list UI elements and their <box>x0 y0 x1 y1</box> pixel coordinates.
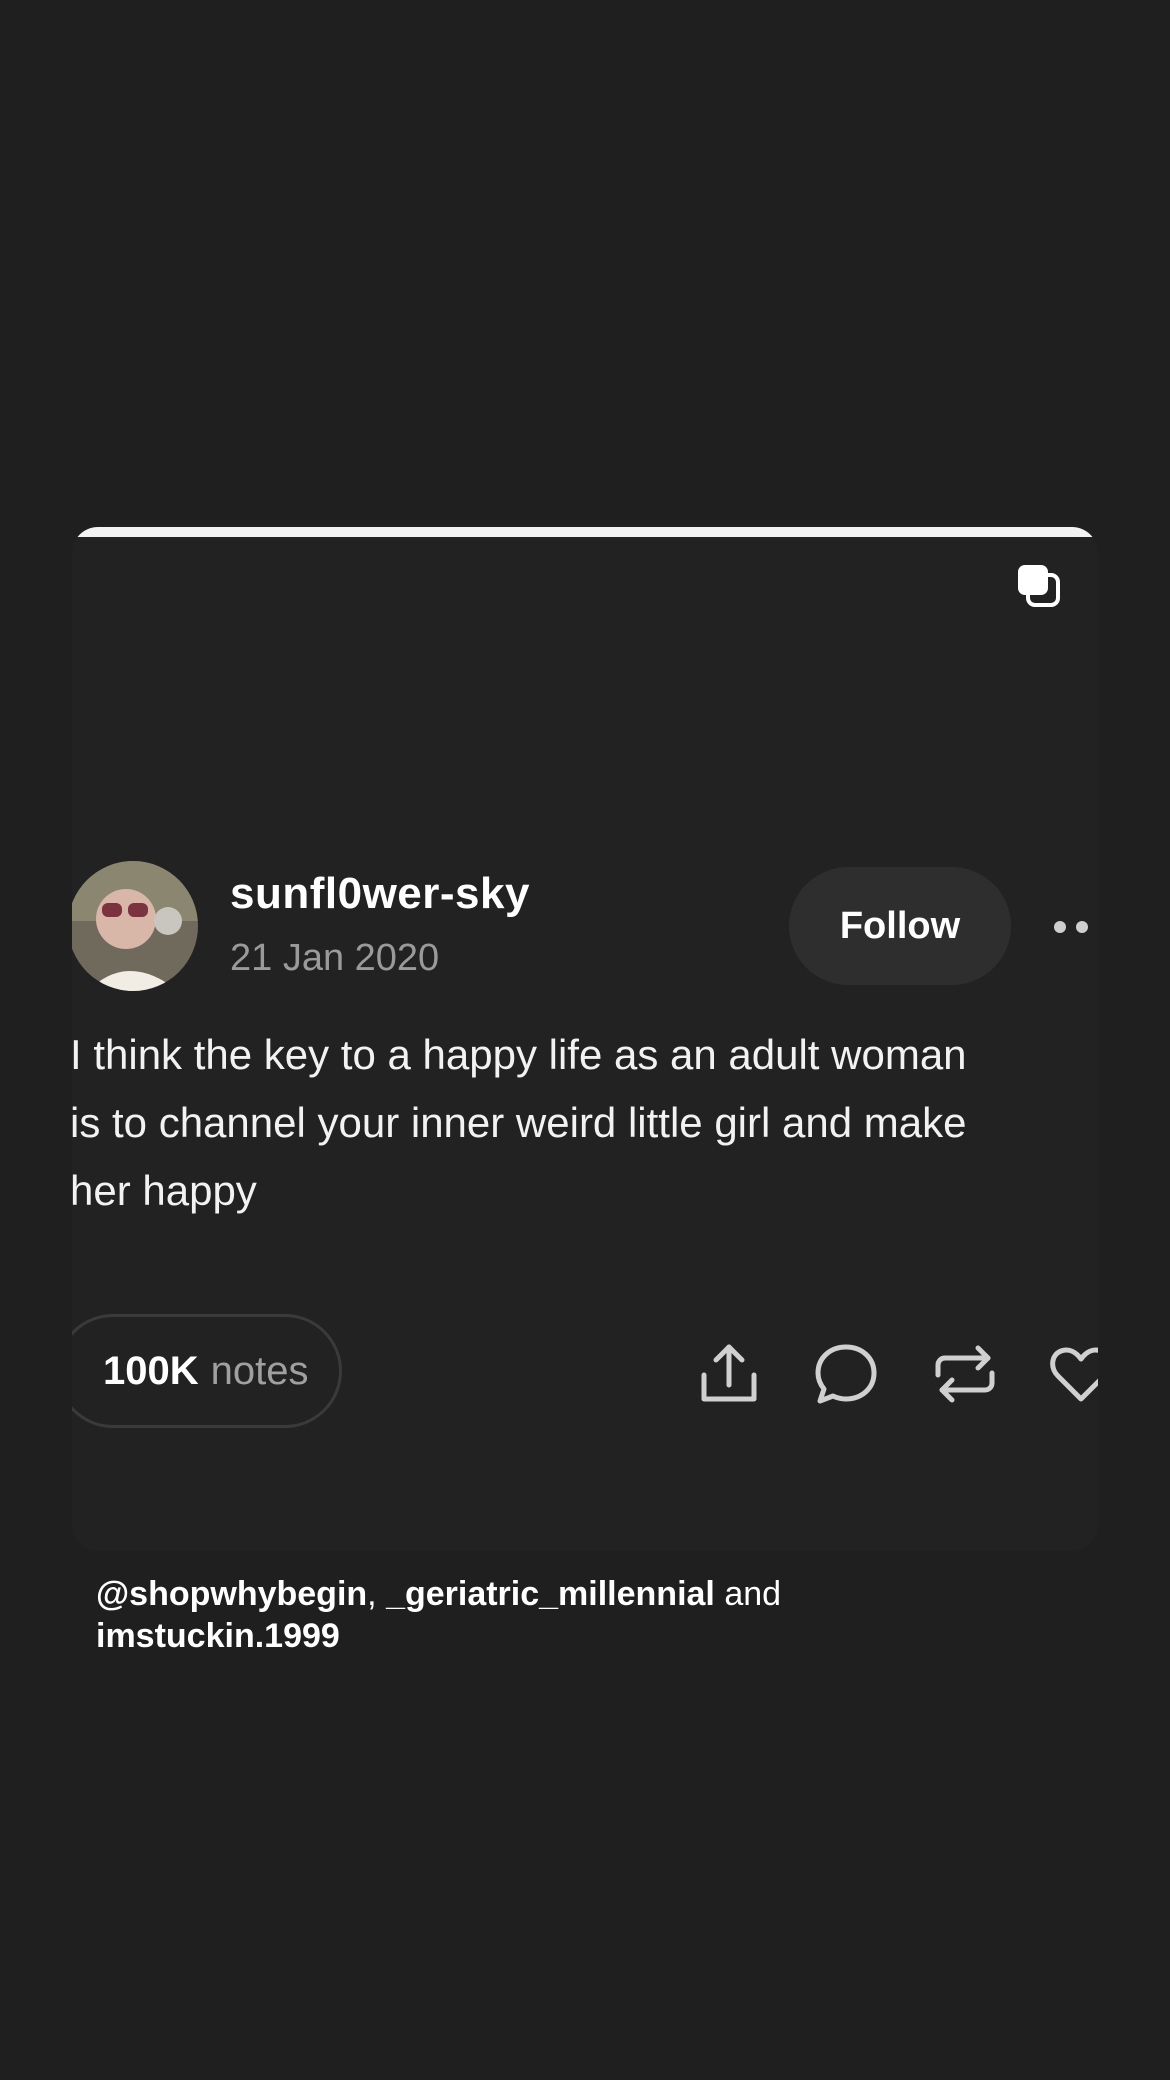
more-options-icon[interactable] <box>1052 919 1098 935</box>
mention-shopwhybegin[interactable]: @shopwhybegin <box>96 1575 367 1613</box>
reblog-icon[interactable] <box>930 1339 1000 1409</box>
caption-conjunction: and <box>714 1575 782 1613</box>
card-top-border <box>72 527 1098 537</box>
avatar[interactable] <box>72 861 198 991</box>
post-date: 21 Jan 2020 <box>230 937 440 979</box>
notes-button[interactable]: 100K notes <box>72 1314 342 1428</box>
comment-icon[interactable] <box>811 1339 881 1409</box>
post-body-text: I think the key to a happy life as an ad… <box>72 1031 967 1214</box>
post-card[interactable]: sunfl0wer-sky 21 Jan 2020 Follow I think… <box>72 527 1098 1551</box>
notes-label: notes <box>210 1348 309 1393</box>
notes-count: 100K <box>103 1348 199 1393</box>
multiple-images-icon <box>1018 565 1060 607</box>
share-icon[interactable] <box>694 1339 764 1409</box>
heart-icon[interactable] <box>1046 1339 1098 1409</box>
tagged-accounts-caption: @shopwhybegin, _geriatric_millennial and… <box>96 1573 996 1657</box>
caption-separator: , <box>367 1575 387 1613</box>
username[interactable]: sunfl0wer-sky <box>230 869 530 919</box>
mention-geriatric-millennial[interactable]: _geriatric_millennial <box>386 1575 715 1613</box>
follow-button[interactable]: Follow <box>789 867 1011 985</box>
mention-imstuckin[interactable]: imstuckin.1999 <box>96 1617 340 1655</box>
